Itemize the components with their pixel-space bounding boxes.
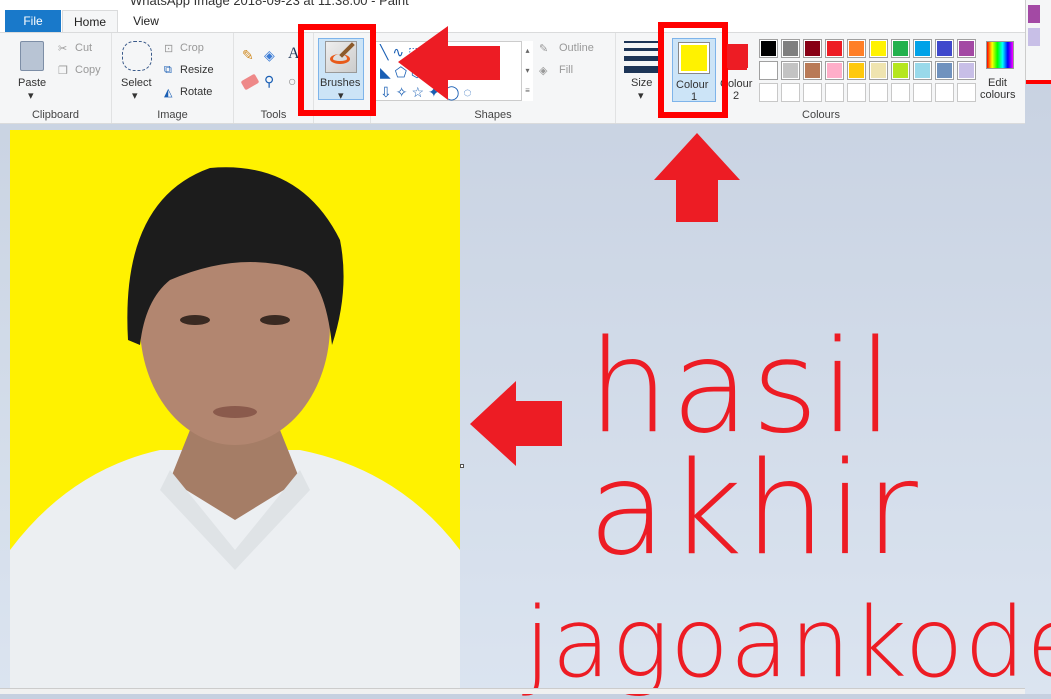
- portrait-photo: [10, 167, 460, 688]
- paint-canvas[interactable]: [10, 130, 460, 688]
- overlay-text-jagoankode: jagoankode: [524, 587, 1051, 699]
- arrow-left-brushes: [398, 26, 500, 100]
- arrow-left-result: [470, 381, 562, 466]
- arrow-right-colour: [727, 44, 748, 68]
- canvas-resize-handle[interactable]: [460, 464, 464, 468]
- arrow-up-colour1: [654, 133, 740, 222]
- status-bar: [0, 688, 1025, 694]
- overlay-text-akhir: akhir: [588, 435, 920, 584]
